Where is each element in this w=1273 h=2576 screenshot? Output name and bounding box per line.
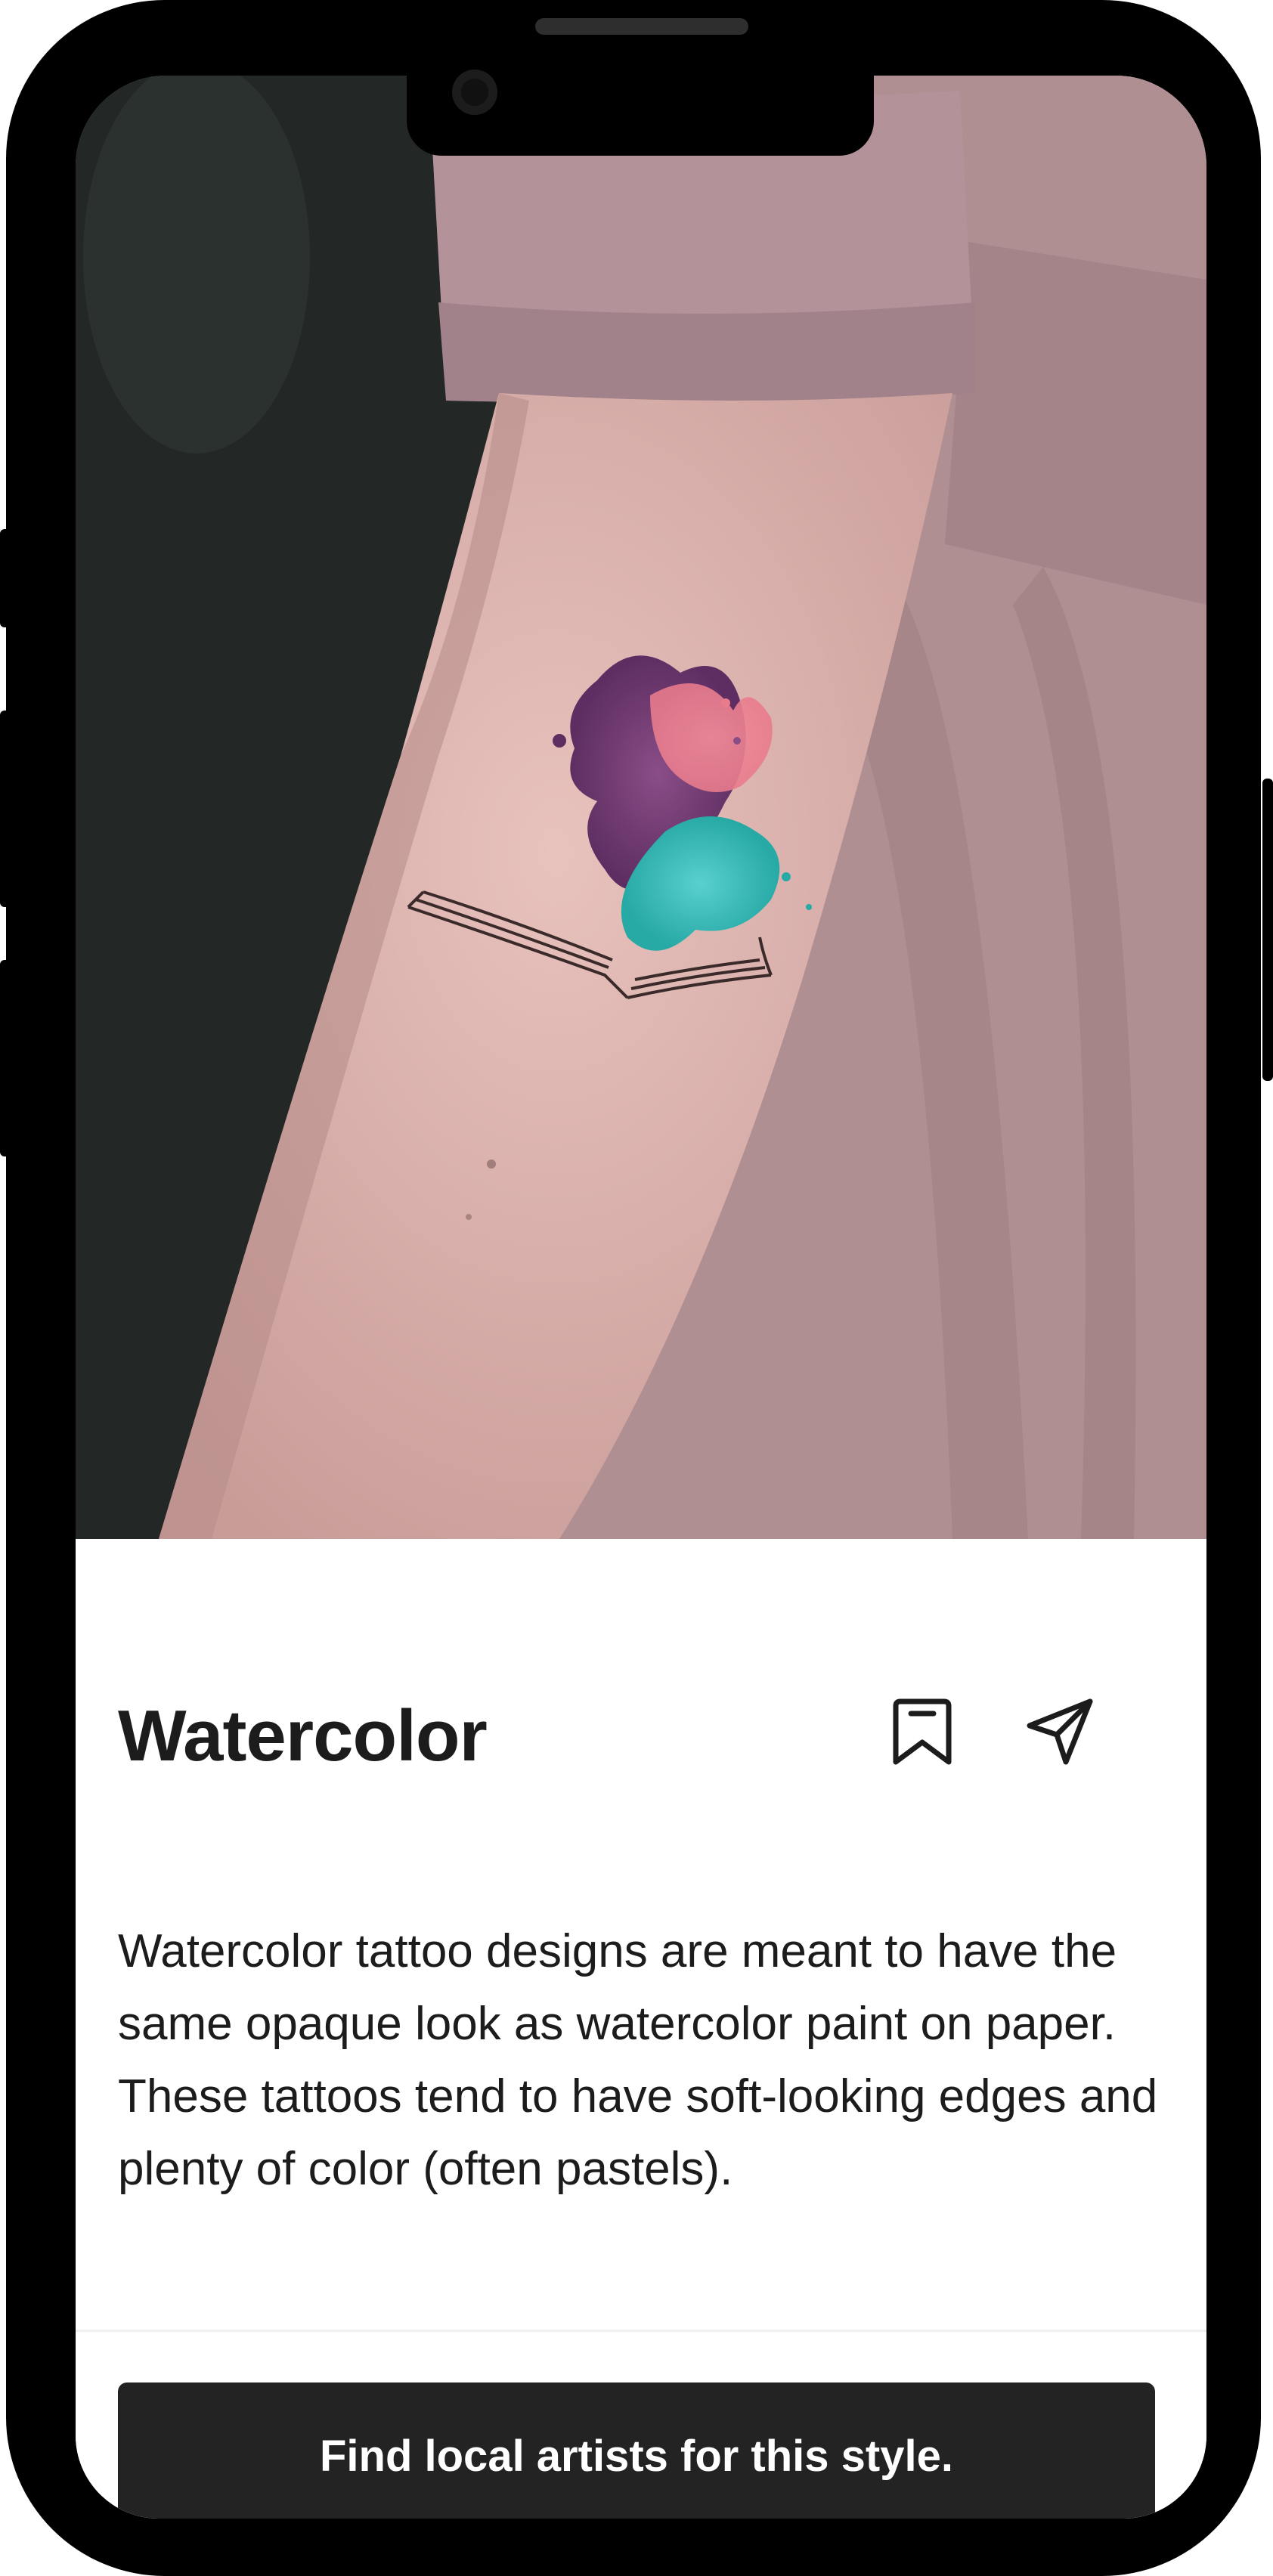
volume-up-button[interactable]: [0, 711, 11, 907]
tattoo-photo: [76, 76, 1206, 1539]
bookmark-button[interactable]: [884, 1690, 960, 1773]
style-description: Watercolor tattoo designs are meant to h…: [118, 1925, 1158, 2195]
volume-down-button[interactable]: [0, 960, 11, 1156]
front-camera: [452, 70, 497, 115]
style-title: Watercolor: [118, 1695, 488, 1776]
share-button[interactable]: [1022, 1690, 1098, 1773]
tattoo-photo-illustration: [76, 76, 1206, 1539]
find-local-artists-button[interactable]: Find local artists for this style.: [118, 2382, 1155, 2519]
screen: Watercolor Watercolor tattoo designs are…: [76, 76, 1206, 2519]
style-details: Watercolor Watercolor tattoo designs are…: [76, 1539, 1206, 2519]
speaker-grille: [535, 18, 748, 35]
mute-switch[interactable]: [0, 529, 11, 627]
phone-frame: Watercolor Watercolor tattoo designs are…: [6, 0, 1261, 2576]
power-button[interactable]: [1262, 779, 1273, 1081]
divider: [76, 2330, 1206, 2332]
bookmark-icon: [893, 1698, 952, 1765]
send-icon: [1027, 1698, 1093, 1765]
